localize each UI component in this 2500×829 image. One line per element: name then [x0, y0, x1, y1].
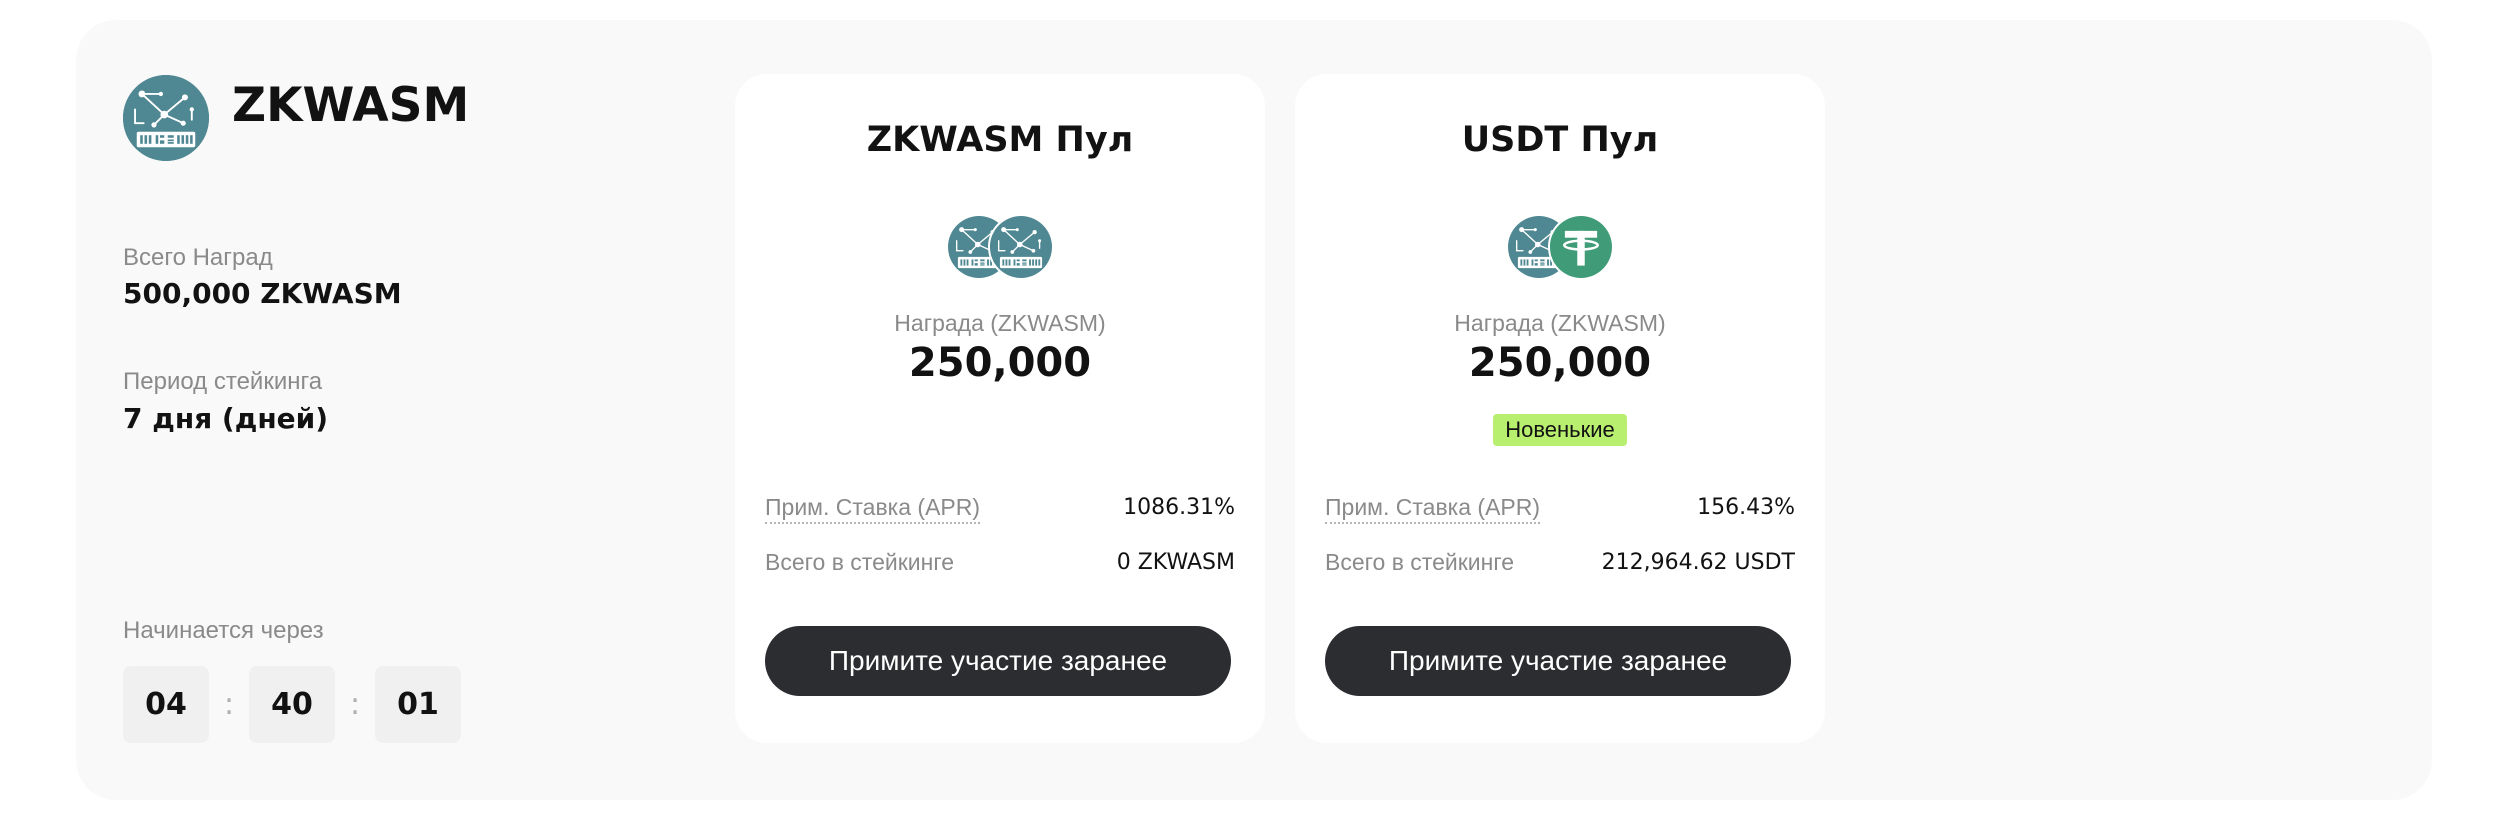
total-staked-value: 0 ZKWASM [1116, 550, 1235, 575]
reward-label: Награда (ZKWASM) [894, 310, 1106, 336]
pool-title: USDT Пул [1461, 120, 1659, 160]
join-early-button[interactable]: Примите участие заранее [1325, 626, 1791, 696]
pool-token-icons [1295, 214, 1825, 280]
tether-logo-icon [1548, 214, 1614, 280]
project-name: ZKWASM [232, 78, 470, 133]
staking-period-value: 7 дня (дней) [123, 402, 329, 435]
pool-card-usdt: USDT Пул Награда (ZKWASM) 250,000 Новень… [1295, 74, 1825, 743]
new-badge: Новенькие [1493, 414, 1627, 446]
countdown-separator: : [349, 687, 361, 722]
apr-value: 156.43% [1697, 495, 1795, 520]
total-staked-value: 212,964.62 USDT [1601, 550, 1795, 575]
total-staked-label: Всего в стейкинге [1325, 549, 1515, 575]
countdown-hours: 04 [123, 666, 209, 743]
pool-card-zkwasm: ZKWASM Пул Награда (ZKWASM) 250,000 Прим… [735, 74, 1265, 743]
total-staked-label: Всего в стейкинге [765, 549, 955, 575]
apr-label[interactable]: Прим. Ставка (APR) [1325, 494, 1541, 524]
join-early-button[interactable]: Примите участие заранее [765, 626, 1231, 696]
countdown-timer: 04 : 40 : 01 [123, 666, 461, 743]
total-rewards-label: Всего Наград [123, 244, 273, 271]
apr-value: 1086.31% [1123, 495, 1235, 520]
pool-token-icons [735, 214, 1265, 280]
zkwasm-logo-icon [988, 214, 1054, 280]
staking-period-label: Период стейкинга [123, 368, 323, 395]
reward-value: 250,000 [908, 340, 1092, 386]
countdown-seconds: 01 [375, 666, 461, 743]
countdown-separator: : [223, 687, 235, 722]
pool-title: ZKWASM Пул [866, 120, 1134, 160]
countdown-minutes: 40 [249, 666, 335, 743]
reward-value: 250,000 [1468, 340, 1652, 386]
zkwasm-logo-icon [123, 75, 209, 161]
starts-in-label: Начинается через [123, 617, 324, 644]
total-rewards-value: 500,000 ZKWASM [123, 277, 402, 310]
reward-label: Награда (ZKWASM) [1454, 310, 1666, 336]
apr-label[interactable]: Прим. Ставка (APR) [765, 494, 981, 524]
